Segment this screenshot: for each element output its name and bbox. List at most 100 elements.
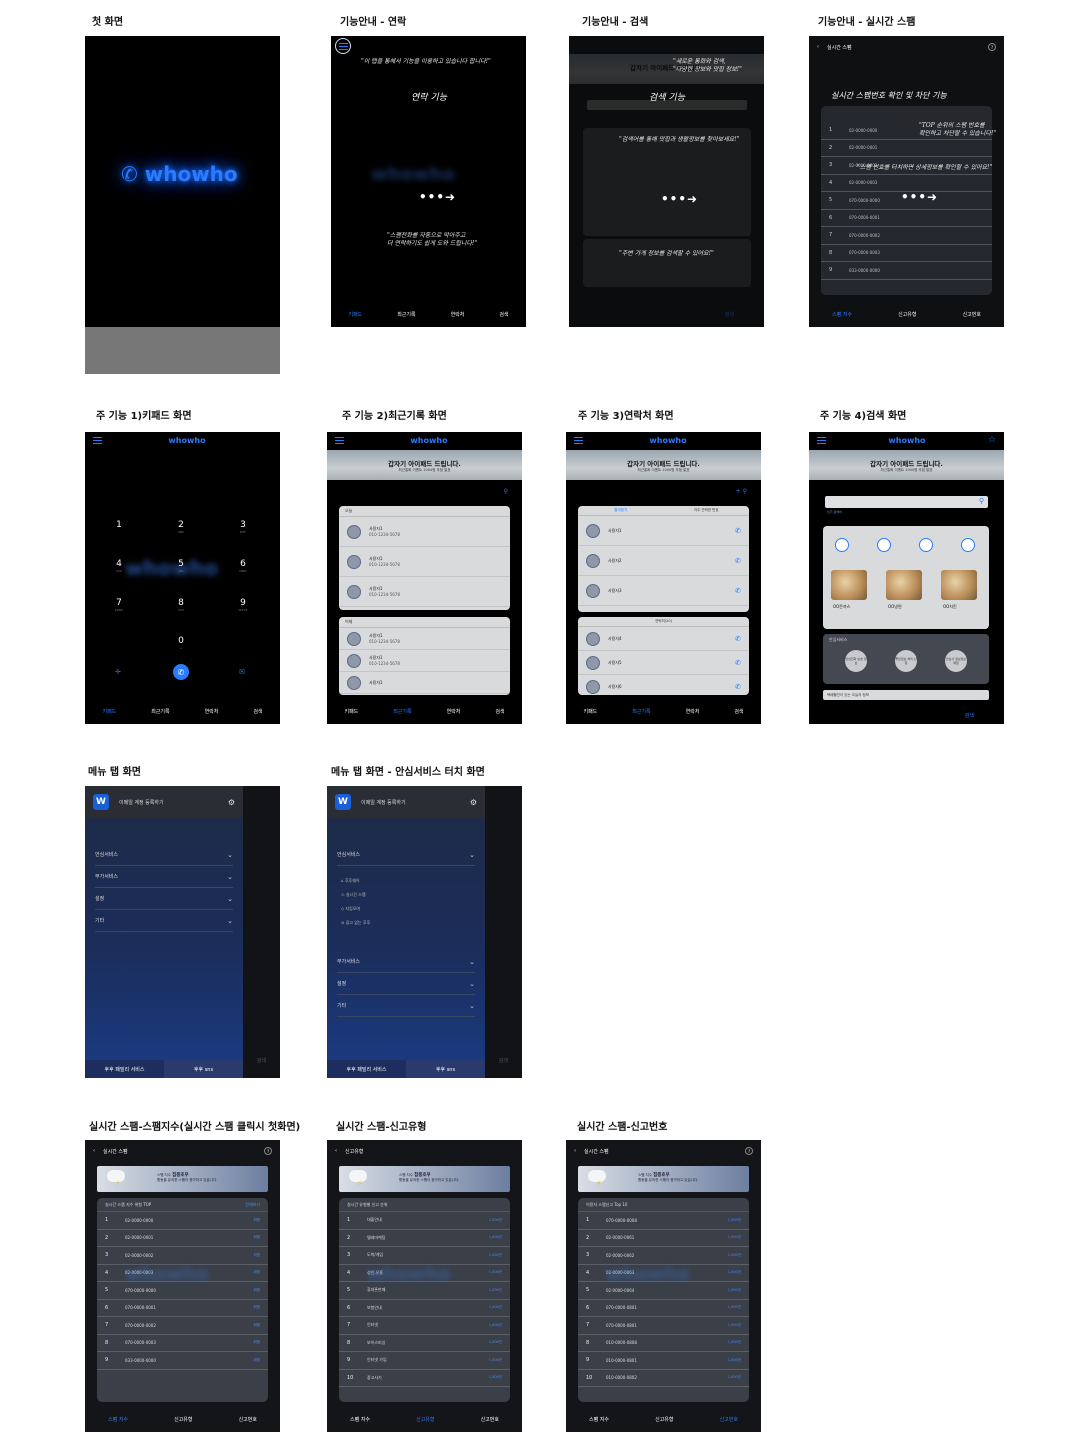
menu-item-extra[interactable]: 부가서비스 ⌄ [95, 866, 233, 888]
add-contact-icon[interactable]: ✛ [115, 668, 121, 676]
tab-recent[interactable]: 최근기록 [632, 708, 650, 715]
tab-spam-number[interactable]: 신고번호 [481, 1416, 499, 1423]
key-1[interactable]: 1 [99, 520, 139, 530]
submenu-item[interactable]: ◇ 지킴모여 [341, 906, 360, 912]
menu-item-extra[interactable]: 부가서비스 ⌄ [337, 951, 475, 973]
call-icon[interactable]: ✆ [735, 587, 741, 595]
spam-type-row[interactable]: 7 인터넷 1,000건 [339, 1317, 510, 1335]
event-banner[interactable]: 갑자기 아이패드 드립니다. 최근통화 이벤트 1000명 추첨 발표 [327, 450, 522, 480]
key-6[interactable]: 6 MNO [223, 559, 263, 573]
contact-row[interactable]: 사용자5 ✆ [578, 651, 749, 675]
event-banner[interactable]: 갑자기 아이패드 드립니다. 최근통화 이벤트 1000명 추첨 발표 [809, 450, 1004, 480]
tab-spam-index[interactable]: 스팸 지수 [832, 311, 852, 318]
key-0[interactable]: 0 + [161, 636, 201, 650]
hamburger-icon[interactable] [574, 436, 583, 444]
category-life-icon[interactable] [877, 538, 891, 552]
tab-search[interactable]: 검색 [495, 708, 504, 715]
tab-search[interactable]: 검색 [499, 311, 508, 318]
call-icon[interactable]: ✆ [735, 659, 741, 667]
spam-row[interactable]: 9 033-0000-0000 [821, 262, 992, 280]
tab-spam-type[interactable]: 신고유형 [655, 1416, 673, 1423]
tab-keypad[interactable]: 키패드 [583, 708, 597, 715]
family-service-button[interactable]: 후후 패밀리 서비스 [85, 1060, 164, 1078]
call-icon[interactable]: ✆ [735, 683, 741, 691]
key-5[interactable]: 5 JKL [161, 559, 201, 573]
tab-contacts[interactable]: 연락처 [205, 708, 219, 715]
call-row[interactable]: 사용자1 010-1234-5678 [339, 628, 510, 650]
tab-spam-type[interactable]: 신고유형 [898, 311, 916, 318]
back-icon[interactable]: ‹ [574, 1148, 576, 1154]
call-icon[interactable]: ✆ [735, 527, 741, 535]
spam-type-row[interactable]: 6 보험안내 1,000건 [339, 1300, 510, 1317]
search-input[interactable]: ⚲ [825, 496, 988, 508]
spam-number-row[interactable]: 6 070-0000-0801 1,000건 [578, 1300, 749, 1317]
menu-item-etc[interactable]: 기타 ⌄ [95, 910, 233, 932]
gear-icon[interactable]: ⚙ [228, 798, 235, 807]
spam-row[interactable]: 6 070-0000-0001 [821, 210, 992, 227]
tab-recent[interactable]: 최근기록 [393, 708, 411, 715]
hamburger-icon[interactable] [339, 43, 348, 50]
call-row[interactable]: 사용자1 010-1234-5678 [339, 517, 510, 547]
menu-item-safe[interactable]: 안심서비스 ⌄ [95, 844, 233, 866]
search-icon[interactable]: ⚲ [504, 488, 508, 495]
tab-spam-type[interactable]: 신고유형 [416, 1416, 434, 1423]
key-4[interactable]: 4 GHI [99, 559, 139, 573]
event-banner[interactable]: 갑자기 아이패드 드립니다. 최근통화 이벤트 1000명 추첨 발표 [566, 450, 761, 480]
back-icon[interactable]: ‹ [335, 1148, 337, 1154]
tab-spam-index[interactable]: 스팸 지수 [589, 1416, 609, 1423]
spam-type-row[interactable]: 3 도박/게임 1,000건 [339, 1247, 510, 1265]
tab-spam-type[interactable]: 신고유형 [174, 1416, 192, 1423]
call-icon[interactable]: ✆ [735, 557, 741, 565]
spam-row[interactable]: 7 070-0000-0002 위험 [97, 1317, 268, 1335]
tab-keypad[interactable]: 키패드 [348, 311, 362, 318]
help-icon[interactable]: ? [745, 1147, 753, 1155]
contact-row[interactable]: 사용자3 ✆ [578, 576, 749, 606]
register-email-link[interactable]: 이메일 계정 등록하기 [119, 799, 164, 806]
submenu-item[interactable]: ⚠ 실시간 스팸 [341, 892, 366, 898]
hamburger-icon[interactable] [93, 436, 102, 444]
spam-type-row[interactable]: 2 텔레마케팅 1,000건 [339, 1230, 510, 1247]
star-icon[interactable]: ☆ [988, 435, 996, 445]
back-icon[interactable]: ‹ [817, 44, 819, 50]
spam-number-row[interactable]: 10 010-0000-0802 1,000건 [578, 1370, 749, 1387]
food-image[interactable] [886, 570, 922, 600]
tab-contacts[interactable]: 연락처 [451, 311, 465, 318]
spam-number-row[interactable]: 3 02-0000-0062 1,000건 [578, 1247, 749, 1265]
submenu-item[interactable]: ⌂ 후후쉐어 [341, 878, 360, 884]
menu-item-settings[interactable]: 설정 ⌄ [337, 973, 475, 995]
tab-favorites[interactable]: 즐겨찾기 [578, 506, 664, 515]
spam-row[interactable]: 9 033-0000-0000 위험 [97, 1352, 268, 1370]
tab-search[interactable]: 검색 [965, 712, 974, 719]
spam-type-row[interactable]: 9 인터넷 가입 1,000건 [339, 1352, 510, 1370]
key-2[interactable]: 2 ABC [161, 520, 201, 534]
tab-keypad[interactable]: 키패드 [344, 708, 358, 715]
add-search-icons[interactable]: + ⚲ [736, 488, 747, 495]
call-button[interactable]: ✆ [173, 664, 189, 680]
tab-search[interactable]: 검색 [734, 708, 743, 715]
spam-number-row[interactable]: 8 010-0000-0808 1,000건 [578, 1335, 749, 1352]
spam-type-row[interactable]: 10 중고사기 1,000건 [339, 1370, 510, 1387]
tab-keypad[interactable]: 키패드 [102, 708, 116, 715]
back-icon[interactable]: ‹ [93, 1148, 95, 1154]
call-row[interactable]: 사용자1 010-1234-5678 [339, 547, 510, 577]
tab-spam-number[interactable]: 신고번호 [963, 311, 981, 318]
spam-number-row[interactable]: 7 070-0000-0801 1,000건 [578, 1317, 749, 1335]
tab-spam-index[interactable]: 스팸 지수 [108, 1416, 128, 1423]
spam-row[interactable]: 8 070-0000-0003 위험 [97, 1335, 268, 1352]
tab-search[interactable]: 검색 [253, 708, 262, 715]
view-all-link[interactable]: 전체보기 [245, 1202, 260, 1207]
spam-type-row[interactable]: 8 보이스피싱 1,000건 [339, 1335, 510, 1352]
spam-type-row[interactable]: 1 대출안내 1,000건 [339, 1212, 510, 1230]
category-hospital-icon[interactable] [961, 538, 975, 552]
tab-recent[interactable]: 최근기록 [151, 708, 169, 715]
spam-row[interactable]: 2 02-0000-0001 [821, 140, 992, 157]
safe-item[interactable]: 안심사 정보정보 매칭 [945, 650, 967, 672]
key-3[interactable]: 3 DEF [223, 520, 263, 534]
hamburger-icon[interactable] [335, 436, 344, 444]
menu-item-etc[interactable]: 기타 ⌄ [337, 995, 475, 1017]
gear-icon[interactable]: ⚙ [470, 798, 477, 807]
call-row[interactable]: 사용자1 010-1234-5678 [339, 650, 510, 672]
call-row[interactable]: 사용자1 [339, 672, 510, 694]
tab-recent[interactable]: 최근기록 [397, 311, 415, 318]
food-image[interactable] [941, 570, 977, 600]
